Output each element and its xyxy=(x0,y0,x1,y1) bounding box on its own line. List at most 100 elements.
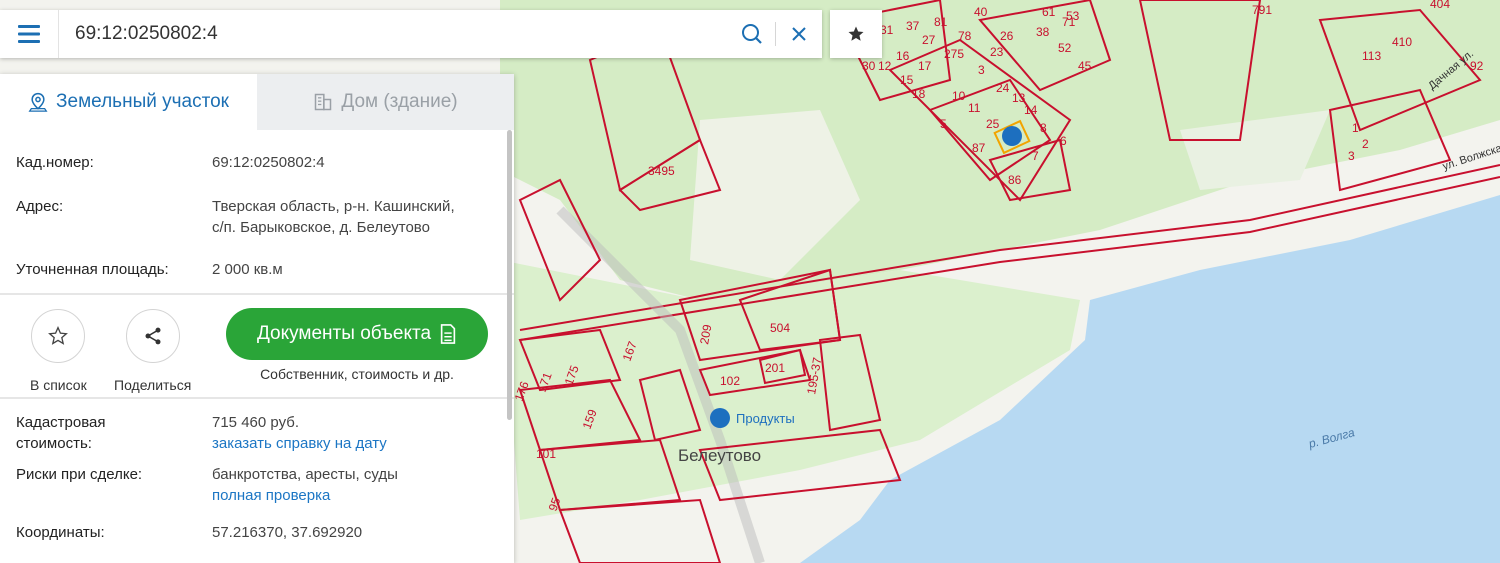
share-icon xyxy=(145,327,161,345)
add-to-list-label: В список xyxy=(30,377,87,393)
cadastral-cost-amount: 715 460 руб. xyxy=(212,414,299,431)
village-label: Белеутово xyxy=(678,446,761,465)
parcel-label: 1 xyxy=(1352,121,1359,135)
parcel-label: 275 xyxy=(944,47,964,61)
parcel-label: 61 xyxy=(1042,5,1056,19)
object-documents-label: Документы объекта xyxy=(256,323,432,344)
add-to-list-button[interactable] xyxy=(31,309,86,363)
document-icon xyxy=(440,324,456,344)
search-input[interactable] xyxy=(59,14,729,54)
parcel-label: 45 xyxy=(1078,59,1092,73)
cad-number-link[interactable]: 69:12:0250802:4 xyxy=(212,152,325,196)
building-icon xyxy=(315,93,332,111)
cadastral-cost-label: Кадастровая стоимость: xyxy=(16,412,212,464)
parcel-label: 7 xyxy=(1032,149,1039,163)
address-line-1: Тверская область, р-н. Кашинский, xyxy=(212,198,455,215)
parcel-label: 10 xyxy=(952,89,966,103)
star-icon xyxy=(848,26,864,41)
object-documents-caption: Собственник, стоимость и др. xyxy=(260,366,454,382)
menu-button[interactable] xyxy=(0,10,59,58)
parcel-label: 37 xyxy=(906,19,920,33)
location-pin-icon xyxy=(28,92,48,112)
parcel-label: 52 xyxy=(1058,41,1072,55)
add-to-list-action: В список xyxy=(30,309,87,393)
coordinates-value: 57.216370, 37.692920 xyxy=(212,524,363,541)
object-info-panel: Земельный участок Дом (здание) Кад.номер… xyxy=(0,74,514,563)
parcel-label: 87 xyxy=(972,141,986,155)
tab-land-plot[interactable]: Земельный участок xyxy=(0,74,257,130)
parcel-label: 92 xyxy=(1470,59,1484,73)
deal-risks-value: банкротства, аресты, суды полная проверк… xyxy=(212,464,398,522)
deal-risks-text: банкротства, аресты, суды xyxy=(212,466,398,483)
parcel-label: 2 xyxy=(1362,137,1369,151)
order-certificate-link[interactable]: заказать справку на дату xyxy=(212,433,387,454)
parcel-label: 24 xyxy=(996,81,1010,95)
close-icon xyxy=(792,27,806,41)
parcel-label: 3495 xyxy=(648,164,675,178)
parcel-label: 504 xyxy=(770,321,790,335)
parcel-label: 81 xyxy=(934,15,948,29)
parcel-label: 53 xyxy=(1066,9,1080,23)
deal-risks-label: Риски при сделке: xyxy=(16,466,143,483)
parcel-label: 23 xyxy=(990,45,1004,59)
parcel-label: 8 xyxy=(1040,121,1047,135)
tabs: Земельный участок Дом (здание) xyxy=(0,74,514,130)
search-icon xyxy=(742,24,762,44)
parcel-label: 15 xyxy=(900,73,914,87)
parcel-label: 86 xyxy=(1008,173,1022,187)
parcel-label: 102 xyxy=(720,374,740,388)
parcel-label: 38 xyxy=(1036,25,1050,39)
address-label: Адрес: xyxy=(16,198,64,215)
parcel-label: 410 xyxy=(1392,35,1412,49)
cad-number-label: Кад.номер: xyxy=(16,154,94,171)
object-documents-button[interactable]: Документы объекта xyxy=(226,308,488,360)
parcel-label: 11 xyxy=(968,101,981,115)
address-value: Тверская область, р-н. Кашинский, с/п. Б… xyxy=(212,196,455,259)
search-bar xyxy=(0,10,822,58)
area-label: Уточненная площадь: xyxy=(16,261,169,278)
parcel-label: 31 xyxy=(880,23,894,37)
parcel-label: 30 xyxy=(862,59,876,73)
favorites-button[interactable] xyxy=(830,10,882,58)
cadastral-cost-label-line-2: стоимость: xyxy=(16,435,92,452)
parcel-label: 27 xyxy=(922,33,936,47)
menu-icon xyxy=(18,25,40,43)
parcel-label: 17 xyxy=(918,59,932,73)
panel-scrollbar[interactable] xyxy=(507,130,512,420)
address-line-2: с/п. Барыковское, д. Белеутово xyxy=(212,219,430,236)
area-value: 2 000 кв.м xyxy=(212,261,283,278)
parcel-label: 5 xyxy=(940,117,947,131)
parcel-label: 201 xyxy=(765,361,785,375)
parcel-label: 40 xyxy=(974,5,988,19)
tab-building[interactable]: Дом (здание) xyxy=(257,74,514,130)
parcel-label: 3 xyxy=(1348,149,1355,163)
parcel-label: 13 xyxy=(1012,91,1026,105)
parcel-label: 12 xyxy=(878,59,892,73)
tab-building-label: Дом (здание) xyxy=(341,91,458,112)
parcel-label: 6 xyxy=(1060,134,1067,148)
parcel-label: 18 xyxy=(912,87,926,101)
clear-button[interactable] xyxy=(776,10,822,58)
parcel-label: 78 xyxy=(958,29,972,43)
parcel-label: 3 xyxy=(978,63,985,77)
share-action: Поделиться xyxy=(114,309,191,393)
shop-label: Продукты xyxy=(736,411,795,426)
tab-land-plot-label: Земельный участок xyxy=(56,91,229,112)
cadastral-cost-value: 715 460 руб. заказать справку на дату xyxy=(212,412,387,464)
parcel-label: 16 xyxy=(896,49,910,63)
parcel-label: 26 xyxy=(1000,29,1014,43)
cadastral-cost-label-line-1: Кадастровая xyxy=(16,414,106,431)
share-label: Поделиться xyxy=(114,377,192,393)
actions-row: В список Поделиться Документы объекта Со… xyxy=(0,295,514,397)
share-button[interactable] xyxy=(125,309,180,363)
coordinates-label: Координаты: xyxy=(16,524,105,541)
parcel-label: 791 xyxy=(1252,3,1272,17)
shop-marker-icon[interactable] xyxy=(710,408,730,428)
full-check-link[interactable]: полная проверка xyxy=(212,485,398,506)
search-button[interactable] xyxy=(729,10,775,58)
selected-parcel-marker[interactable] xyxy=(1002,126,1022,146)
parcel-label: 404 xyxy=(1430,0,1450,11)
parcel-label: 113 xyxy=(1362,49,1381,63)
star-outline-icon xyxy=(48,326,69,345)
parcel-label: 25 xyxy=(986,117,1000,131)
